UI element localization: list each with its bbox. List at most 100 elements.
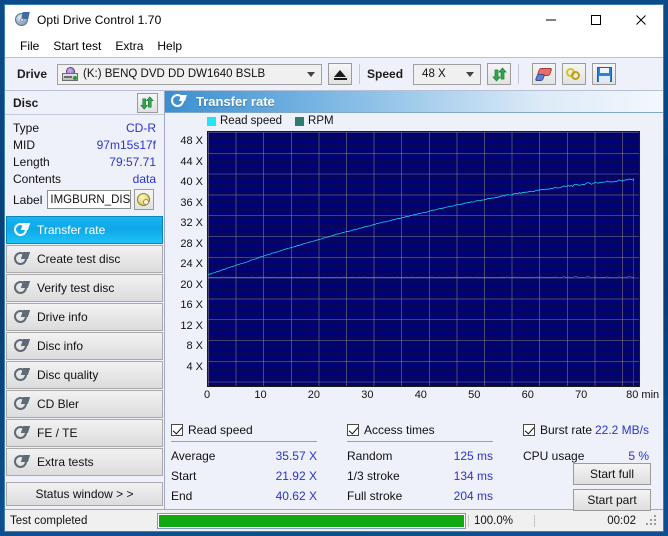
chain-icon — [565, 67, 583, 82]
x-axis: 0 10 20 30 40 50 60 70 80 min — [204, 389, 663, 405]
x-axis-end-label: 80 min — [626, 389, 660, 401]
disc-test-icon — [13, 425, 31, 441]
toolbar-divider-1 — [359, 64, 361, 84]
drive-toolbar: Drive (K:) BENQ DVD DD DW1640 BSLB Speed… — [5, 57, 663, 90]
y-axis-tick: 24 X — [180, 258, 203, 271]
sidebar-item-label: FE / TE — [37, 426, 78, 440]
progress-bar — [157, 512, 466, 529]
menu-file[interactable]: File — [13, 37, 46, 55]
read-end-key: End — [171, 489, 193, 503]
sidebar-item-extra-tests[interactable]: Extra tests — [6, 448, 163, 476]
disc-test-icon — [13, 251, 31, 267]
optical-disc-icon — [14, 12, 30, 28]
y-axis-tick: 28 X — [180, 237, 203, 250]
disc-label-input[interactable]: IMGBURN_DIS — [47, 190, 131, 209]
stat-row: Start 21.92 X — [171, 466, 347, 486]
sidebar-item-label: Transfer rate — [37, 223, 106, 237]
sidebar-item-transfer-rate[interactable]: Transfer rate — [6, 216, 163, 244]
app-root: Opti Drive Control 1.70 File Start test … — [0, 0, 668, 536]
burst-rate-checkbox[interactable] — [523, 423, 535, 436]
start-part-button[interactable]: Start part — [573, 489, 651, 511]
drive-label: Drive — [17, 67, 48, 81]
resize-grip[interactable] — [644, 513, 660, 529]
access-times-checkbox[interactable] — [347, 423, 359, 436]
panel-header: Transfer rate — [165, 91, 663, 113]
disc-section-header: Disc — [5, 91, 164, 115]
close-icon[interactable] — [618, 5, 663, 35]
access-random-key: Random — [347, 449, 393, 463]
test-nav: Transfer rate Create test disc Verify te… — [5, 216, 164, 476]
eject-icon — [334, 69, 347, 77]
y-axis-tick: 4 X — [186, 360, 203, 373]
sidebar-item-disc-info[interactable]: Disc info — [6, 332, 163, 360]
drive-icon — [62, 67, 79, 81]
page-title: Transfer rate — [196, 94, 275, 109]
elapsed-time: 00:02 — [534, 514, 644, 527]
status-window-button[interactable]: Status window > > — [6, 482, 163, 506]
disc-test-icon — [13, 222, 31, 238]
window-controls — [528, 5, 663, 35]
legend-label: Read speed — [220, 115, 283, 127]
refresh-drive-button[interactable] — [487, 63, 512, 85]
burst-rate-title: Burst rate — [540, 422, 593, 437]
burst-rate-stats: Burst rate 22.2 MB/s CPU usage 5 % Start… — [523, 421, 657, 511]
access-third-value: 134 ms — [453, 469, 493, 483]
sidebar-item-fe-te[interactable]: FE / TE — [6, 419, 163, 447]
read-start-value: 21.92 X — [275, 469, 317, 483]
drive-select-value: (K:) BENQ DVD DD DW1640 BSLB — [83, 68, 266, 80]
access-random-value: 125 ms — [453, 449, 493, 463]
y-axis-tick: 12 X — [180, 319, 203, 332]
chart-legend: Read speed RPM — [207, 115, 334, 127]
access-times-checkbox-row[interactable]: Access times — [347, 421, 523, 438]
menu-bar: File Start test Extra Help — [5, 35, 663, 57]
disc-info-list: Type CD-R MID 97m15s17f Length 79:57.71 … — [5, 115, 164, 212]
access-full-value: 204 ms — [453, 489, 493, 503]
progress-bar-fill — [159, 514, 464, 527]
x-axis-tick: 60 — [521, 389, 534, 401]
y-axis-tick: 48 X — [180, 135, 203, 148]
menu-start-test[interactable]: Start test — [46, 37, 108, 55]
disc-refresh-button[interactable] — [137, 93, 158, 113]
plot-series — [208, 132, 639, 386]
y-axis-tick: 16 X — [180, 299, 203, 312]
save-button[interactable] — [592, 63, 617, 85]
disc-test-icon — [13, 280, 31, 296]
maximize-icon[interactable] — [573, 5, 618, 35]
minimize-icon[interactable] — [528, 5, 573, 35]
chevron-down-icon — [466, 72, 475, 77]
burst-rate-checkbox-row[interactable]: Burst rate 22.2 MB/s — [523, 421, 657, 438]
disc-test-icon — [171, 94, 187, 109]
read-speed-checkbox[interactable] — [171, 423, 183, 436]
read-speed-checkbox-row[interactable]: Read speed — [171, 421, 347, 438]
disc-label-row: Label IMGBURN_DIS — [13, 189, 156, 210]
disc-label-button[interactable] — [133, 189, 154, 210]
start-full-button[interactable]: Start full — [573, 463, 651, 485]
sidebar-item-create-test-disc[interactable]: Create test disc — [6, 245, 163, 273]
legend-entry-rpm: RPM — [295, 115, 334, 127]
sidebar-item-verify-test-disc[interactable]: Verify test disc — [6, 274, 163, 302]
sidebar-item-disc-quality[interactable]: Disc quality — [6, 361, 163, 389]
menu-extra[interactable]: Extra — [108, 37, 150, 55]
drive-select[interactable]: (K:) BENQ DVD DD DW1640 BSLB — [57, 63, 323, 85]
sidebar-item-label: Create test disc — [37, 252, 121, 266]
divider — [347, 441, 493, 442]
sidebar-item-drive-info[interactable]: Drive info — [6, 303, 163, 331]
x-axis-tick: 40 — [414, 389, 427, 401]
left-panel: Disc Type CD-R MID 97m15s17f Length 79:5… — [5, 91, 165, 509]
legend-entry-read-speed: Read speed — [207, 115, 282, 127]
link-button[interactable] — [562, 63, 587, 85]
stat-row: 1/3 stroke 134 ms — [347, 466, 523, 486]
disc-test-icon — [13, 309, 31, 325]
refresh-icon — [140, 95, 155, 111]
x-axis-tick: 10 — [254, 389, 267, 401]
eject-button[interactable] — [328, 63, 353, 85]
y-axis-tick: 36 X — [180, 196, 203, 209]
menu-help[interactable]: Help — [150, 37, 189, 55]
sidebar-item-cd-bler[interactable]: CD Bler — [6, 390, 163, 418]
erase-button[interactable] — [532, 63, 557, 85]
read-average-key: Average — [171, 449, 216, 463]
disc-length-key: Length — [13, 155, 50, 169]
disc-label-key: Label — [13, 192, 43, 207]
speed-select[interactable]: 48 X — [413, 63, 482, 85]
stat-row: Average 35.57 X — [171, 446, 347, 466]
